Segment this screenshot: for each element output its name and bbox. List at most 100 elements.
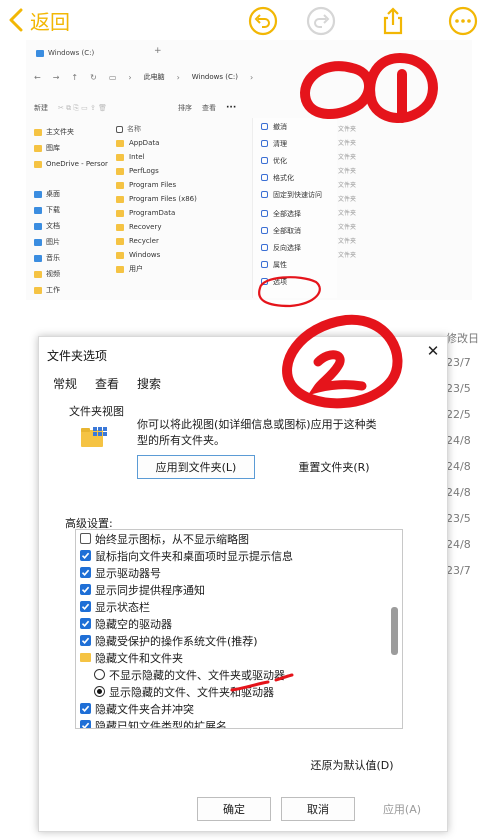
top-navigation-bar: 返回 <box>0 0 500 40</box>
advanced-option[interactable]: 隐藏已知文件类型的扩展名 <box>76 717 402 729</box>
folder-icon <box>116 167 124 175</box>
checkbox-checked-icon[interactable] <box>80 635 91 646</box>
advanced-option-label: 隐藏已知文件类型的扩展名 <box>95 719 227 729</box>
advanced-option[interactable]: 隐藏文件夹合并冲突 <box>76 700 402 717</box>
menu-item-label: 清理 <box>273 139 287 148</box>
explorer-tab: Windows (C:) <box>36 46 156 60</box>
advanced-settings-scrollbar[interactable] <box>391 607 398 655</box>
close-icon[interactable]: ✕ <box>425 343 441 359</box>
folder-icon <box>116 195 124 203</box>
tab-search[interactable]: 搜索 <box>137 375 161 392</box>
menu-item-icon <box>261 278 268 285</box>
menu-item-label: 格式化 <box>273 173 294 182</box>
advanced-option-label: 不显示隐藏的文件、文件夹或驱动器 <box>109 668 285 682</box>
chevron-left-icon <box>9 8 23 32</box>
advanced-option[interactable]: 显示状态栏 <box>76 598 402 615</box>
menu-item-icon <box>261 244 268 251</box>
folder-icon <box>34 206 42 214</box>
folder-icon <box>34 286 42 294</box>
new-menu: 新建 <box>34 104 48 112</box>
file-name: 用户 <box>129 265 143 273</box>
advanced-option[interactable]: 鼠标指向文件夹和桌面项时显示提示信息 <box>76 547 402 564</box>
menu-item-icon <box>261 227 268 234</box>
checkbox-checked-icon[interactable] <box>80 601 91 612</box>
redo-icon[interactable] <box>306 6 336 36</box>
background-date: 23/5 <box>446 382 471 395</box>
folder-view-icon <box>81 427 107 447</box>
drive-icon <box>36 49 44 57</box>
monitor-icon: ▭ <box>108 72 117 82</box>
nav-item-label: 图片 <box>46 238 60 246</box>
advanced-option[interactable]: 隐藏文件和文件夹 <box>76 649 402 666</box>
nav-item-label: OneDrive - Persor <box>46 160 108 168</box>
advanced-option[interactable]: 不显示隐藏的文件、文件夹或驱动器 <box>76 666 402 683</box>
explorer-more-menu: 撤消 清理 优化 格式化 固定到快速访问 全部选择 全部取消 反向选择 属性 选项 <box>252 118 337 298</box>
apply-button[interactable]: 应用(A) <box>365 797 439 821</box>
ok-button[interactable]: 确定 <box>197 797 271 821</box>
file-row: Recycler <box>116 234 256 248</box>
tab-view[interactable]: 查看 <box>95 375 119 392</box>
type-cell: 文件夹 <box>338 224 357 231</box>
checkbox-checked-icon[interactable] <box>80 703 91 714</box>
dialog-title: 文件夹选项 <box>47 349 108 363</box>
menu-item-icon <box>261 191 268 198</box>
background-date: 24/8 <box>446 486 471 499</box>
radio-selected-icon[interactable] <box>94 686 105 697</box>
more-options: ··· <box>226 103 237 113</box>
nav-item: 下载 <box>26 202 112 218</box>
advanced-option[interactable]: 显示驱动器号 <box>76 564 402 581</box>
checkbox-checked-icon[interactable] <box>80 584 91 595</box>
share-icon[interactable] <box>378 6 408 36</box>
advanced-option[interactable]: 显示隐藏的文件、文件夹和驱动器 <box>76 683 402 700</box>
checkbox-unchecked-icon[interactable] <box>80 533 91 544</box>
advanced-settings-list[interactable]: 始终显示图标，从不显示缩略图 鼠标指向文件夹和桌面项时显示提示信息 显示驱动器号 显示… <box>75 529 403 729</box>
name-column-header: 名称 <box>127 125 141 133</box>
advanced-option-label: 隐藏文件夹合并冲突 <box>95 702 194 716</box>
background-date: 23/7 <box>446 564 471 577</box>
advanced-option[interactable]: 隐藏空的驱动器 <box>76 615 402 632</box>
checkbox-checked-icon[interactable] <box>80 567 91 578</box>
checkbox-checked-icon[interactable] <box>80 720 91 728</box>
back-button[interactable]: 返回 <box>8 6 70 34</box>
menu-item-icon <box>261 174 268 181</box>
undo-icon[interactable] <box>248 6 278 36</box>
cancel-button[interactable]: 取消 <box>281 797 355 821</box>
folder-icon <box>34 190 42 198</box>
type-cell: 文件夹 <box>338 196 357 203</box>
menu-item: 选项 <box>253 273 337 290</box>
menu-item: 格式化 <box>253 169 337 186</box>
apply-to-folders-button[interactable]: 应用到文件夹(L) <box>137 455 255 479</box>
menu-item: 固定到快速访问 <box>253 186 337 203</box>
menu-item-icon <box>261 210 268 217</box>
background-date: 22/5 <box>446 408 471 421</box>
radio-unselected-icon[interactable] <box>94 669 105 680</box>
up-arrow-icon: ↑ <box>71 72 79 82</box>
nav-item: 视频 <box>26 266 112 282</box>
back-label: 返回 <box>30 9 70 34</box>
nav-item: 主文件夹 <box>26 124 112 140</box>
select-all-checkbox <box>116 125 123 133</box>
advanced-option[interactable]: 显示同步提供程序通知 <box>76 581 402 598</box>
nav-item: OneDrive - Persor <box>26 156 112 172</box>
tab-general[interactable]: 常规 <box>53 375 77 392</box>
advanced-option-label: 隐藏受保护的操作系统文件(推荐) <box>95 634 258 648</box>
explorer-type-column: 文件夹 文件夹 文件夹 文件夹 文件夹 文件夹 文件夹 文件夹 文件夹 文件夹 <box>338 124 378 264</box>
advanced-option-label: 始终显示图标，从不显示缩略图 <box>95 532 249 546</box>
menu-item: 属性 <box>253 256 337 273</box>
checkbox-checked-icon[interactable] <box>80 618 91 629</box>
restore-defaults-button[interactable]: 还原为默认值(D) <box>301 753 403 777</box>
advanced-option[interactable]: 隐藏受保护的操作系统文件(推荐) <box>76 632 402 649</box>
nav-item: 工作 <box>26 282 112 298</box>
menu-item-label: 选项 <box>273 277 287 286</box>
reset-folders-button[interactable]: 重置文件夹(R) <box>275 455 393 479</box>
menu-item: 优化 <box>253 152 337 169</box>
refresh-icon: ↻ <box>90 72 97 82</box>
more-icon[interactable] <box>448 6 478 36</box>
menu-item-label: 优化 <box>273 156 287 165</box>
file-row: PerfLogs <box>116 164 256 178</box>
checkbox-checked-icon[interactable] <box>80 550 91 561</box>
file-name: AppData <box>129 139 160 147</box>
explorer-screenshot-photo: Windows (C:) + ← → ↑ ↻ ▭ › 此电脑 › Windows… <box>26 40 472 300</box>
type-cell: 文件夹 <box>338 252 357 259</box>
advanced-option[interactable]: 始终显示图标，从不显示缩略图 <box>76 530 402 547</box>
